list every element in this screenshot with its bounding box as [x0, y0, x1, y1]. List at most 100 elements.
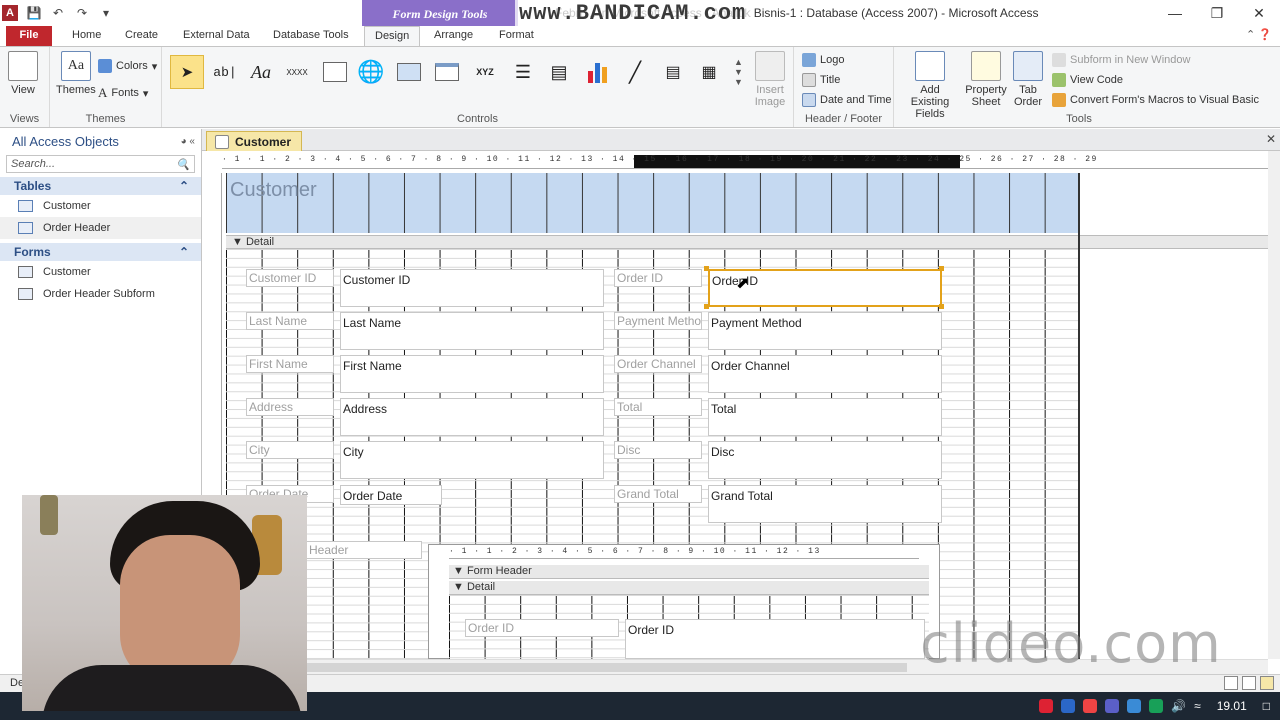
- teams-icon[interactable]: [1105, 699, 1120, 713]
- label-disc[interactable]: Disc: [614, 441, 702, 459]
- tab-format[interactable]: Format: [489, 26, 544, 46]
- insert-image-button[interactable]: Insert Image: [750, 51, 790, 108]
- subform-form-header-bar[interactable]: ▼ Form Header: [449, 565, 929, 579]
- list-box-icon[interactable]: ▦: [692, 55, 726, 89]
- subform-label-order-id[interactable]: Order ID: [465, 619, 619, 637]
- help-icon[interactable]: ⌃ ❓: [1246, 28, 1272, 41]
- cloud-icon[interactable]: [1127, 699, 1142, 713]
- subform-detail-bar[interactable]: ▼ Detail: [449, 581, 929, 595]
- textbox-city[interactable]: City: [340, 441, 604, 479]
- label-order-channel[interactable]: Order Channel: [614, 355, 702, 373]
- date-time-button[interactable]: Date and Time: [802, 93, 892, 107]
- document-tab-customer[interactable]: Customer: [206, 131, 303, 151]
- toggle-button-icon[interactable]: ▤: [656, 55, 690, 89]
- vertical-scrollbar[interactable]: [1268, 151, 1280, 659]
- colors-button[interactable]: Colors ▾: [98, 59, 157, 73]
- tab-design[interactable]: Design: [364, 26, 421, 47]
- tab-control-icon[interactable]: [318, 55, 352, 89]
- tab-database-tools[interactable]: Database Tools: [263, 26, 359, 46]
- app-tray-icon-2[interactable]: [1149, 699, 1164, 713]
- textbox-tool-icon[interactable]: ab|: [208, 55, 242, 89]
- minimize-icon[interactable]: —: [1154, 0, 1196, 26]
- record-icon[interactable]: [1039, 699, 1054, 713]
- web-browser-icon[interactable]: [392, 55, 426, 89]
- label-payment-method[interactable]: Payment Metho: [614, 312, 702, 330]
- title-button[interactable]: Title: [802, 73, 840, 87]
- label-grand-total[interactable]: Grand Total: [614, 485, 702, 503]
- label-last-name[interactable]: Last Name: [246, 312, 334, 330]
- search-icon[interactable]: 🔍: [176, 158, 190, 171]
- textbox-order-date[interactable]: Order Date: [340, 485, 442, 505]
- add-existing-fields-button[interactable]: Add Existing Fields: [900, 51, 960, 120]
- restore-icon[interactable]: ❐: [1196, 0, 1238, 26]
- app-tray-icon[interactable]: [1083, 699, 1098, 713]
- textbox-order-channel[interactable]: Order Channel: [708, 355, 942, 393]
- view-button[interactable]: View: [8, 51, 38, 96]
- subform-detail-section[interactable]: Order ID Order ID: [449, 595, 929, 659]
- customize-toolbar-icon[interactable]: ▾: [98, 5, 114, 21]
- bluetooth-icon[interactable]: [1061, 699, 1076, 713]
- notifications-icon[interactable]: □: [1263, 699, 1270, 713]
- form-header-section[interactable]: Customer: [226, 173, 1078, 233]
- redo-icon[interactable]: ↷: [74, 5, 90, 21]
- close-document-icon[interactable]: ✕: [1266, 132, 1276, 146]
- property-sheet-button[interactable]: Property Sheet: [964, 51, 1008, 108]
- subform-new-window-button[interactable]: Subform in New Window: [1052, 53, 1190, 67]
- themes-button[interactable]: Aa Themes: [56, 51, 96, 96]
- page-break-icon[interactable]: ☰: [506, 55, 540, 89]
- textbox-customer-id[interactable]: Customer ID: [340, 269, 604, 307]
- tab-create[interactable]: Create: [115, 26, 168, 46]
- textbox-disc[interactable]: Disc: [708, 441, 942, 479]
- textbox-payment-method[interactable]: Payment Method: [708, 312, 942, 350]
- form-width-edge[interactable]: [1078, 173, 1080, 659]
- nav-section-tables[interactable]: Tables ⌃: [0, 177, 201, 195]
- label-subform[interactable]: Header: [306, 541, 422, 559]
- label-city[interactable]: City: [246, 441, 334, 459]
- design-view-icon[interactable]: [1260, 676, 1274, 690]
- tab-file[interactable]: File: [6, 26, 52, 46]
- label-address[interactable]: Address: [246, 398, 334, 416]
- nav-item-table-order-header[interactable]: Order Header: [0, 217, 201, 239]
- resize-handle[interactable]: [704, 266, 709, 271]
- button-tool-icon[interactable]: XXXX: [280, 55, 314, 89]
- label-customer-id[interactable]: Customer ID: [246, 269, 334, 287]
- volume-icon[interactable]: 🔊: [1171, 699, 1186, 713]
- detail-section-bar[interactable]: ▼ Detail: [226, 235, 1268, 249]
- textbox-last-name[interactable]: Last Name: [340, 312, 604, 350]
- option-group-icon[interactable]: XYZ: [468, 55, 502, 89]
- layout-view-icon[interactable]: [1242, 676, 1256, 690]
- nav-search-input[interactable]: Search... 🔍: [6, 155, 195, 173]
- label-total[interactable]: Total: [614, 398, 702, 416]
- subform-control[interactable]: · 1 · 1 · 2 · 3 · 4 · 5 · 6 · 7 · 8 · 9 …: [428, 544, 940, 659]
- wifi-icon[interactable]: ≈: [1194, 699, 1201, 713]
- nav-section-forms[interactable]: Forms ⌃: [0, 243, 201, 261]
- clock[interactable]: 19.01: [1217, 699, 1247, 713]
- textbox-total[interactable]: Total: [708, 398, 942, 436]
- combo-box-icon[interactable]: ▤: [542, 55, 576, 89]
- select-tool-icon[interactable]: ➤: [170, 55, 204, 89]
- chart-icon[interactable]: [580, 55, 614, 89]
- logo-button[interactable]: Logo: [802, 53, 844, 67]
- label-tool-icon[interactable]: Aa: [244, 55, 278, 89]
- resize-handle[interactable]: [939, 266, 944, 271]
- navigation-control-icon[interactable]: [430, 55, 464, 89]
- chevron-up-icon[interactable]: ⌃: [179, 245, 189, 259]
- undo-icon[interactable]: ↶: [50, 5, 66, 21]
- tab-order-button[interactable]: Tab Order: [1012, 51, 1044, 108]
- resize-handle[interactable]: [939, 304, 944, 309]
- nav-item-form-customer[interactable]: Customer: [0, 261, 201, 283]
- subform-textbox-order-id[interactable]: Order ID: [625, 619, 925, 659]
- chevron-up-icon[interactable]: ⌃: [179, 179, 189, 193]
- convert-macros-button[interactable]: Convert Form's Macros to Visual Basic: [1052, 93, 1259, 107]
- nav-item-form-order-header-subform[interactable]: Order Header Subform: [0, 283, 201, 305]
- textbox-grand-total[interactable]: Grand Total: [708, 485, 942, 523]
- fonts-button[interactable]: A Fonts ▾: [98, 85, 148, 101]
- close-icon[interactable]: ✕: [1238, 0, 1280, 26]
- form-header-label[interactable]: Customer: [230, 179, 317, 202]
- hyperlink-globe-icon[interactable]: 🌐: [354, 55, 388, 89]
- label-order-id[interactable]: Order ID: [614, 269, 702, 287]
- resize-handle[interactable]: [704, 304, 709, 309]
- save-icon[interactable]: 💾: [26, 5, 42, 21]
- tab-external-data[interactable]: External Data: [173, 26, 260, 46]
- textbox-first-name[interactable]: First Name: [340, 355, 604, 393]
